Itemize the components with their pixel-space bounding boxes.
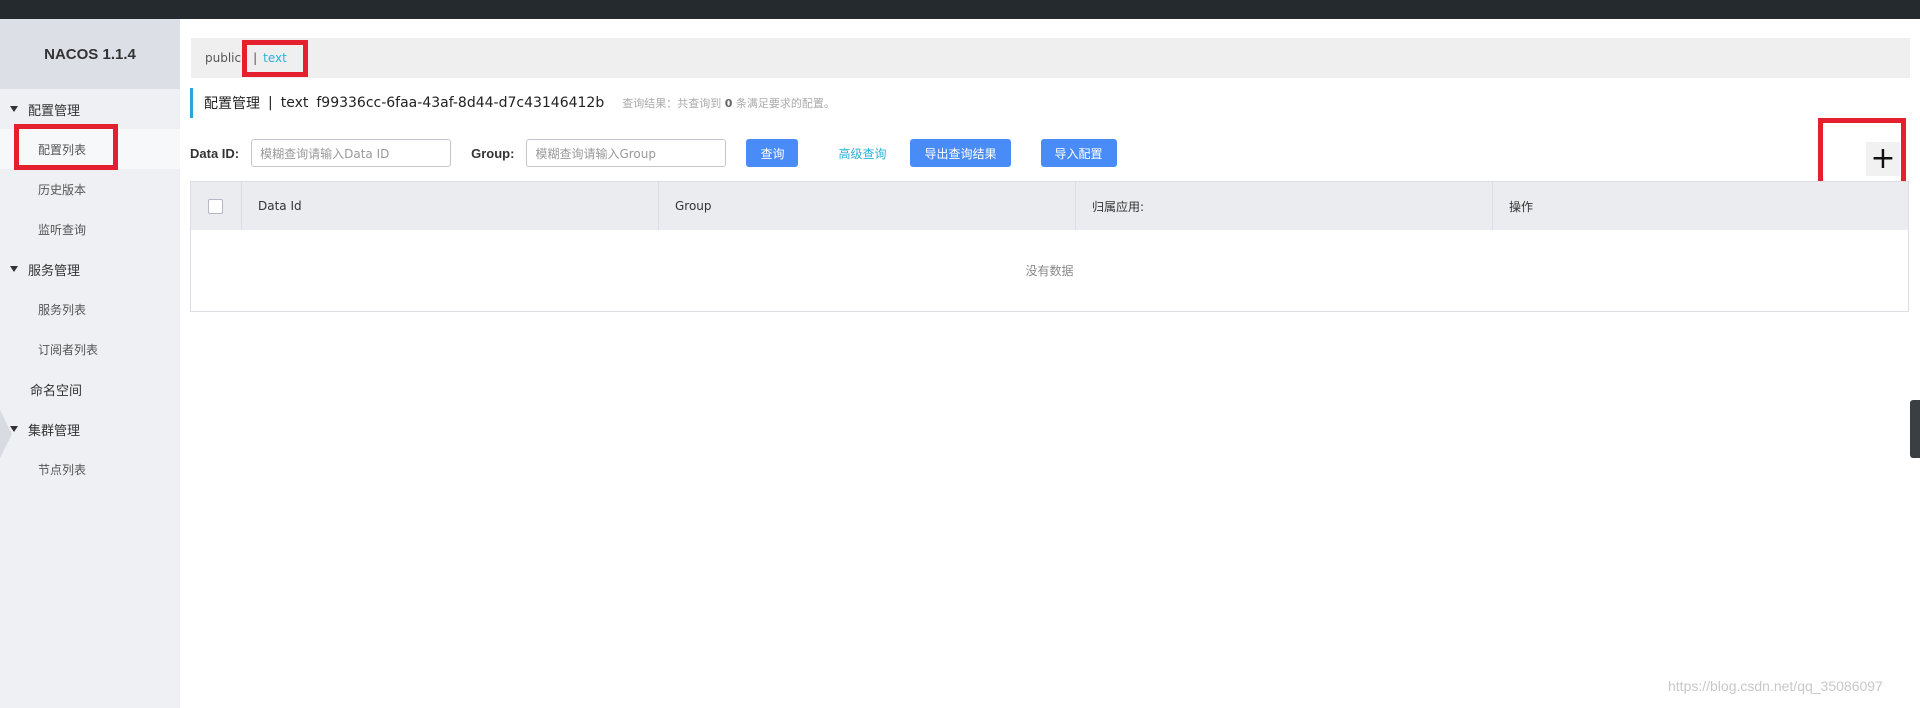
sidebar: NACOS 1.1.4 配置管理 配置列表 历史版本 监听查询 服务管理 服务列… <box>0 19 180 708</box>
top-bar <box>0 0 1920 19</box>
advanced-query-link[interactable]: 高级查询 <box>838 145 886 162</box>
watermark: https://blog.csdn.net/qq_35086097 <box>1668 678 1883 694</box>
column-header-data-id[interactable]: Data Id <box>242 182 659 230</box>
nav-group-label: 服务管理 <box>28 263 81 279</box>
sidebar-item-label: 订阅者列表 <box>38 342 99 357</box>
select-all-checkbox[interactable] <box>208 198 223 214</box>
highlight-box-config-list <box>14 124 118 170</box>
config-table: Data Id Group 归属应用: 操作 没有数据 <box>190 181 1909 312</box>
namespace-name: text <box>280 95 309 111</box>
group-label: Group: <box>471 145 515 161</box>
sidebar-item-label: 历史版本 <box>38 182 87 197</box>
data-id-input[interactable]: 模糊查询请输入Data ID <box>251 139 452 167</box>
column-header-group[interactable]: Group <box>659 182 1076 230</box>
nav-group-service-management[interactable]: 服务管理 <box>0 249 180 289</box>
export-button[interactable]: 导出查询结果 <box>910 139 1011 167</box>
select-all-cell <box>191 182 242 230</box>
import-button[interactable]: 导入配置 <box>1040 139 1117 167</box>
title-divider: | <box>268 95 273 111</box>
sidebar-item-subscriber-list[interactable]: 订阅者列表 <box>0 329 180 369</box>
query-result-summary: 查询结果：共查询到 0 条满足要求的配置。 <box>622 95 835 111</box>
search-form: Data ID: 模糊查询请输入Data ID Group: 模糊查询请输入Gr… <box>190 138 1117 168</box>
result-suffix: 条满足要求的配置。 <box>735 97 835 110</box>
sidebar-item-label: 节点列表 <box>38 462 87 477</box>
result-count: 0 <box>724 97 733 110</box>
sidebar-item-namespace[interactable]: 命名空间 <box>0 369 180 409</box>
nav-group-label: 配置管理 <box>28 103 81 119</box>
column-header-actions: 操作 <box>1509 199 1534 214</box>
nav-group-cluster-management[interactable]: 集群管理 <box>0 409 180 449</box>
sidebar-item-service-list[interactable]: 服务列表 <box>0 289 180 329</box>
brand-title: NACOS 1.1.4 <box>0 19 180 89</box>
sidebar-item-node-list[interactable]: 节点列表 <box>0 449 180 489</box>
table-empty-state: 没有数据 <box>1025 264 1074 278</box>
namespace-id: f99336cc-6faa-43af-8d44-d7c43146412b <box>316 95 605 111</box>
table-header: Data Id Group 归属应用: 操作 <box>191 182 1908 230</box>
highlight-box-namespace-text <box>242 40 308 77</box>
caret-down-icon <box>10 106 18 112</box>
sidebar-item-listener-query[interactable]: 监听查询 <box>0 209 180 249</box>
nav-group-config-management[interactable]: 配置管理 <box>0 89 180 129</box>
highlight-box-add-button <box>1818 118 1906 189</box>
group-input[interactable]: 模糊查询请输入Group <box>526 139 727 167</box>
sidebar-collapse-handle[interactable] <box>0 410 12 458</box>
page-title: 配置管理 <box>204 96 260 112</box>
column-header-app[interactable]: 归属应用: <box>1076 182 1493 230</box>
sidebar-item-label: 命名空间 <box>30 383 83 399</box>
namespace-tab-public[interactable]: public <box>205 51 241 65</box>
page-title-row: 配置管理 | text f99336cc-6faa-43af-8d44-d7c4… <box>190 88 835 118</box>
query-button[interactable]: 查询 <box>746 139 799 167</box>
namespace-bar: public | text <box>191 38 1910 78</box>
sidebar-item-label: 服务列表 <box>38 302 87 317</box>
result-prefix: 查询结果：共查询到 <box>622 97 722 110</box>
nav-group-label: 集群管理 <box>28 423 81 439</box>
data-id-label: Data ID: <box>190 145 240 161</box>
sidebar-item-label: 监听查询 <box>38 222 87 237</box>
sidebar-item-history[interactable]: 历史版本 <box>0 169 180 209</box>
caret-down-icon <box>10 266 18 272</box>
side-drawer-handle[interactable] <box>1910 400 1920 458</box>
